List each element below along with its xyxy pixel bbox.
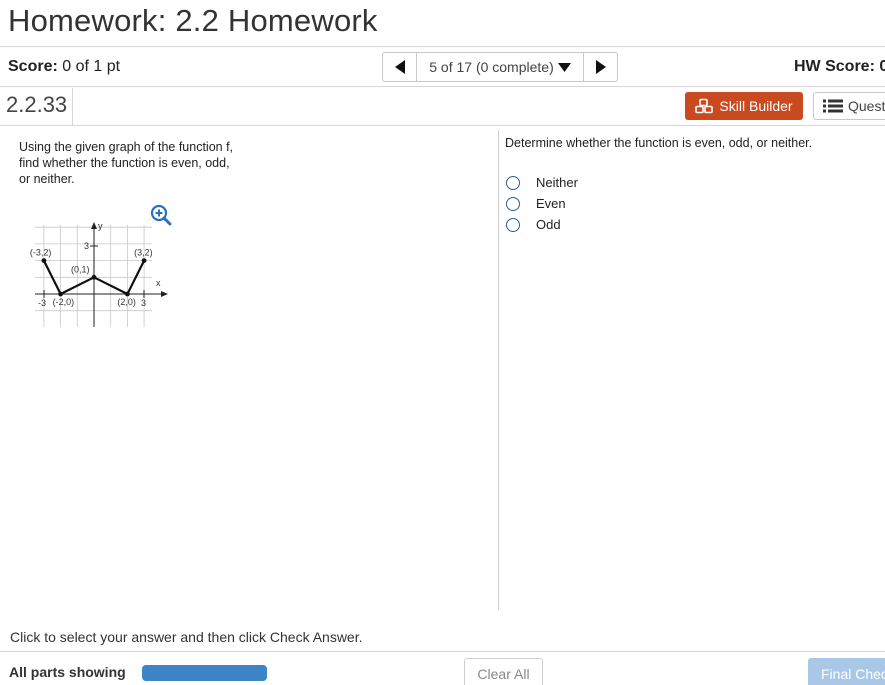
caret-down-icon	[557, 62, 571, 72]
graph-point	[41, 258, 47, 263]
question-text: Determine whether the function is even, …	[505, 136, 813, 150]
clear-all-button[interactable]: Clear All	[464, 658, 543, 685]
radio-button[interactable]	[506, 217, 520, 232]
graph-point	[141, 258, 147, 263]
score-label: Score:	[8, 58, 58, 75]
y-axis-label: y	[98, 221, 103, 231]
x-tick-label-3: 3	[141, 298, 146, 308]
page-title: Homework: 2.2 Homework	[8, 3, 378, 38]
skill-builder-label: Skill Builder	[719, 98, 793, 114]
graph-point	[58, 291, 63, 297]
graph-point-label: (3,2)	[134, 248, 153, 258]
question-selector[interactable]: 5 of 17 (0 complete)	[417, 53, 583, 81]
divider	[0, 651, 885, 652]
question-help-label: Quest	[848, 98, 885, 114]
divider	[0, 125, 885, 126]
y-tick-label-3: 3	[84, 241, 89, 251]
score-value: 0 of 1 pt	[62, 58, 121, 75]
all-parts-showing-label: All parts showing	[9, 664, 126, 680]
question-number: 2.2.33	[6, 92, 68, 117]
graph-point-label: (0,1)	[71, 264, 90, 274]
final-check-button[interactable]: Final Chec	[808, 658, 885, 685]
x-tick-label-neg3: -3	[38, 298, 46, 308]
instructions: Click to select your answer and then cli…	[10, 629, 363, 645]
triangle-left-icon	[394, 60, 405, 74]
x-axis-label: x	[156, 278, 161, 288]
x-axis-arrow	[161, 291, 168, 297]
question-selector-label: 5 of 17 (0 complete)	[429, 59, 554, 75]
triangle-right-icon	[595, 60, 606, 74]
function-graph: y x 3 3 -3 (-3,2) (-2,0) (0,1) (2,0) (3,2)	[30, 221, 168, 327]
choice-neither[interactable]: Neither	[505, 172, 578, 193]
choice-odd[interactable]: Odd	[505, 214, 578, 235]
graph-point	[91, 274, 97, 280]
choice-label: Even	[536, 196, 566, 211]
previous-question-button[interactable]	[383, 53, 417, 81]
graph-point	[125, 291, 130, 297]
graph-point-label: (-3,2)	[30, 248, 52, 258]
divider	[0, 86, 885, 87]
skill-builder-button[interactable]: Skill Builder	[685, 92, 803, 120]
radio-button[interactable]	[506, 196, 520, 211]
question-navigator: 5 of 17 (0 complete)	[382, 52, 618, 82]
progress-bar	[142, 665, 267, 681]
next-question-button[interactable]	[583, 53, 617, 81]
divider	[498, 130, 499, 610]
graph-point-label: (2,0)	[117, 297, 136, 307]
choice-label: Odd	[536, 217, 561, 232]
radio-button[interactable]	[506, 175, 520, 190]
graph-point-label: (-2,0)	[53, 297, 75, 307]
divider	[0, 46, 885, 47]
score-display: Score: 0 of 1 pt	[8, 58, 120, 76]
list-icon	[823, 99, 843, 113]
question-prompt: Using the given graph of the function f,…	[19, 140, 234, 186]
hw-score: HW Score: 0	[794, 58, 885, 75]
axes	[35, 222, 168, 327]
choice-label: Neither	[536, 175, 578, 190]
divider	[72, 88, 73, 125]
question-help-button[interactable]: Quest	[813, 92, 885, 120]
answer-choices: Neither Even Odd	[505, 172, 578, 235]
y-axis-arrow	[91, 222, 97, 229]
choice-even[interactable]: Even	[505, 193, 578, 214]
cubes-icon	[695, 98, 714, 114]
